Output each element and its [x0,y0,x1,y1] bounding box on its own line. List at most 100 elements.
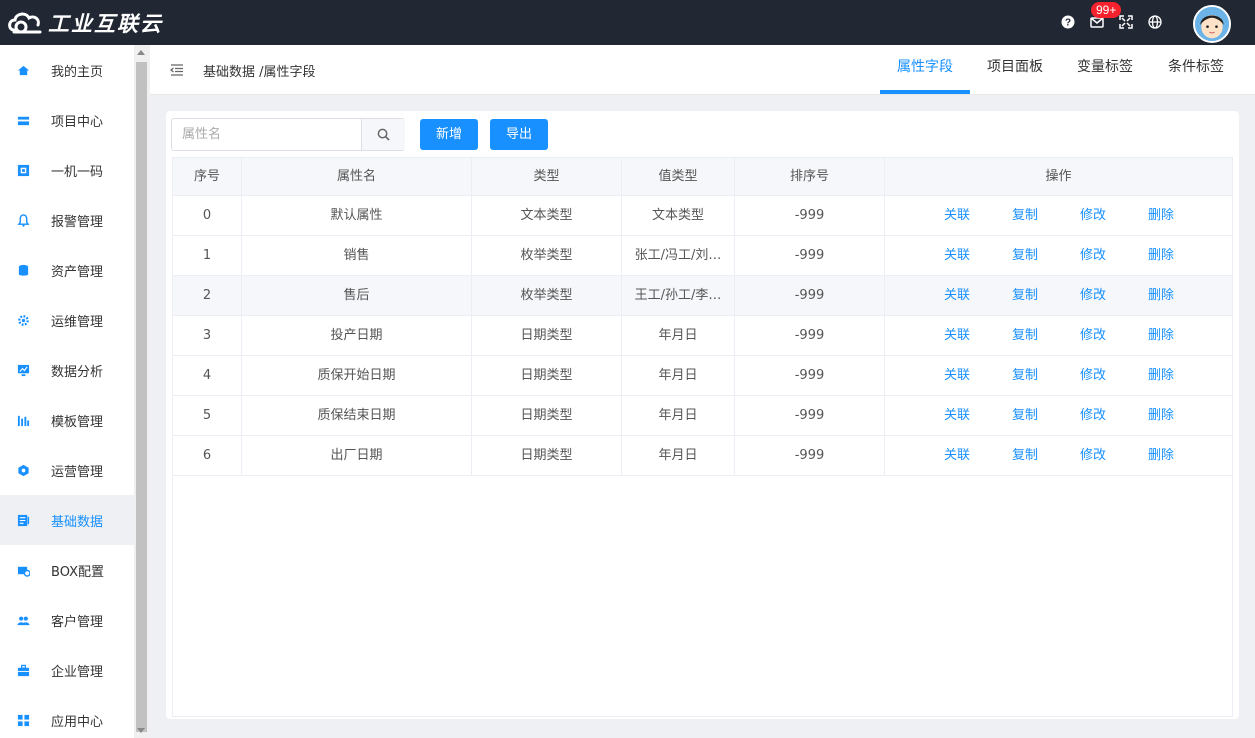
cloud-logo-icon [8,12,42,34]
column-header-value-type: 值类型 [622,158,735,196]
sidebar-item-label: 企业管理 [51,664,104,680]
delete-button[interactable]: 删除 [1148,236,1174,275]
delete-button[interactable]: 删除 [1148,436,1174,475]
fullscreen-icon[interactable] [1118,14,1134,30]
cell-type: 日期类型 [472,436,622,475]
cell-type: 文本类型 [472,196,622,235]
breadcrumb: 基础数据 /属性字段 [203,65,316,80]
search-icon [377,128,390,141]
copy-button[interactable]: 复制 [1012,236,1038,275]
edit-button[interactable]: 修改 [1080,236,1106,275]
edit-button[interactable]: 修改 [1080,276,1106,315]
apps-icon [16,713,30,727]
tab-condition-tags[interactable]: 条件标签 [1152,45,1240,94]
sidebar-item-label: 报警管理 [51,214,104,230]
cell-index: 0 [173,196,242,235]
sidebar-item-customer[interactable]: 客户管理 [0,595,134,645]
menu-collapse-icon[interactable] [170,63,184,77]
sidebar-item-label: 应用中心 [51,714,104,730]
sidebar-item-label: 客户管理 [51,614,104,630]
tab-project-panel[interactable]: 项目面板 [972,45,1058,94]
table-row: 1 销售 枚举类型 张工/冯工/刘… -999 关联 复制 修改 删除 [173,236,1232,276]
cell-type: 日期类型 [472,356,622,395]
link-button[interactable]: 关联 [944,236,970,275]
export-button[interactable]: 导出 [490,119,548,150]
sidebar-item-label: 运维管理 [51,314,104,330]
edit-button[interactable]: 修改 [1080,436,1106,475]
cell-value-type: 年月日 [622,316,735,355]
scroll-up-icon[interactable] [137,50,145,55]
sidebar-item-box[interactable]: BOX配置 [0,545,134,595]
cell-name: 质保开始日期 [242,356,472,395]
tab-variable-tags[interactable]: 变量标签 [1060,45,1150,94]
page-header: 基础数据 /属性字段 属性字段 项目面板 变量标签 条件标签 [150,45,1255,95]
link-button[interactable]: 关联 [944,356,970,395]
cell-name: 默认属性 [242,196,472,235]
search-button[interactable] [361,119,405,150]
sidebar-item-template[interactable]: 模板管理 [0,395,134,445]
copy-button[interactable]: 复制 [1012,356,1038,395]
sidebar-item-enterprise[interactable]: 企业管理 [0,645,134,695]
sidebar-item-asset[interactable]: 资产管理 [0,245,134,295]
sidebar-item-maintenance[interactable]: 运维管理 [0,295,134,345]
edit-button[interactable]: 修改 [1080,356,1106,395]
link-button[interactable]: 关联 [944,196,970,235]
globe-icon[interactable] [1147,14,1163,30]
delete-button[interactable]: 删除 [1148,396,1174,435]
table-row: 0 默认属性 文本类型 文本类型 -999 关联 复制 修改 删除 [173,196,1232,236]
chart-icon [16,363,30,377]
table-row: 6 出厂日期 日期类型 年月日 -999 关联 复制 修改 删除 [173,436,1232,476]
app-logo[interactable]: 工业互联云 [6,8,163,38]
sidebar-item-project[interactable]: 项目中心 [0,95,134,145]
cell-sort: -999 [735,196,885,235]
delete-button[interactable]: 删除 [1148,316,1174,355]
copy-button[interactable]: 复制 [1012,396,1038,435]
scroll-down-icon[interactable] [137,728,145,733]
sidebar-scrollbar[interactable] [134,45,149,738]
sidebar-item-home[interactable]: 我的主页 [0,45,134,95]
sidebar-item-label: 模板管理 [51,414,104,430]
operation-icon [16,463,30,477]
edit-button[interactable]: 修改 [1080,396,1106,435]
qrcode-icon [16,163,30,177]
table-row: 3 投产日期 日期类型 年月日 -999 关联 复制 修改 删除 [173,316,1232,356]
cell-type: 枚举类型 [472,236,622,275]
scrollbar-thumb[interactable] [136,62,147,732]
sidebar-item-qrcode[interactable]: 一机一码 [0,145,134,195]
attribute-table: 序号 属性名 类型 值类型 排序号 操作 0 默认属性 文本类型 文本类型 -9… [172,157,1233,717]
briefcase-icon [16,663,30,677]
logo-text: 工业互联云 [48,12,163,36]
column-header-sort: 排序号 [735,158,885,196]
cell-index: 5 [173,396,242,435]
delete-button[interactable]: 删除 [1148,356,1174,395]
user-avatar[interactable] [1193,5,1231,43]
link-button[interactable]: 关联 [944,396,970,435]
sidebar-item-operation[interactable]: 运营管理 [0,445,134,495]
link-button[interactable]: 关联 [944,316,970,355]
edit-button[interactable]: 修改 [1080,196,1106,235]
cell-name: 售后 [242,276,472,315]
link-button[interactable]: 关联 [944,276,970,315]
sidebar-item-label: BOX配置 [51,564,104,580]
cell-name: 出厂日期 [242,436,472,475]
delete-button[interactable]: 删除 [1148,276,1174,315]
top-bar: 工业互联云 ? 99+ [0,0,1255,45]
tab-attribute-fields[interactable]: 属性字段 [880,45,970,94]
link-button[interactable]: 关联 [944,436,970,475]
svg-text:?: ? [1065,18,1071,29]
sidebar-item-alarm[interactable]: 报警管理 [0,195,134,245]
delete-button[interactable]: 删除 [1148,196,1174,235]
help-icon[interactable]: ? [1060,14,1076,30]
copy-button[interactable]: 复制 [1012,276,1038,315]
sidebar-item-apps[interactable]: 应用中心 [0,695,134,738]
copy-button[interactable]: 复制 [1012,196,1038,235]
search-input[interactable] [172,119,361,150]
add-button[interactable]: 新增 [420,119,478,150]
copy-button[interactable]: 复制 [1012,316,1038,355]
edit-button[interactable]: 修改 [1080,316,1106,355]
sidebar-item-analysis[interactable]: 数据分析 [0,345,134,395]
asset-icon [16,263,30,277]
copy-button[interactable]: 复制 [1012,436,1038,475]
cell-value-type: 年月日 [622,356,735,395]
sidebar-item-base-data[interactable]: 基础数据 [0,495,134,545]
